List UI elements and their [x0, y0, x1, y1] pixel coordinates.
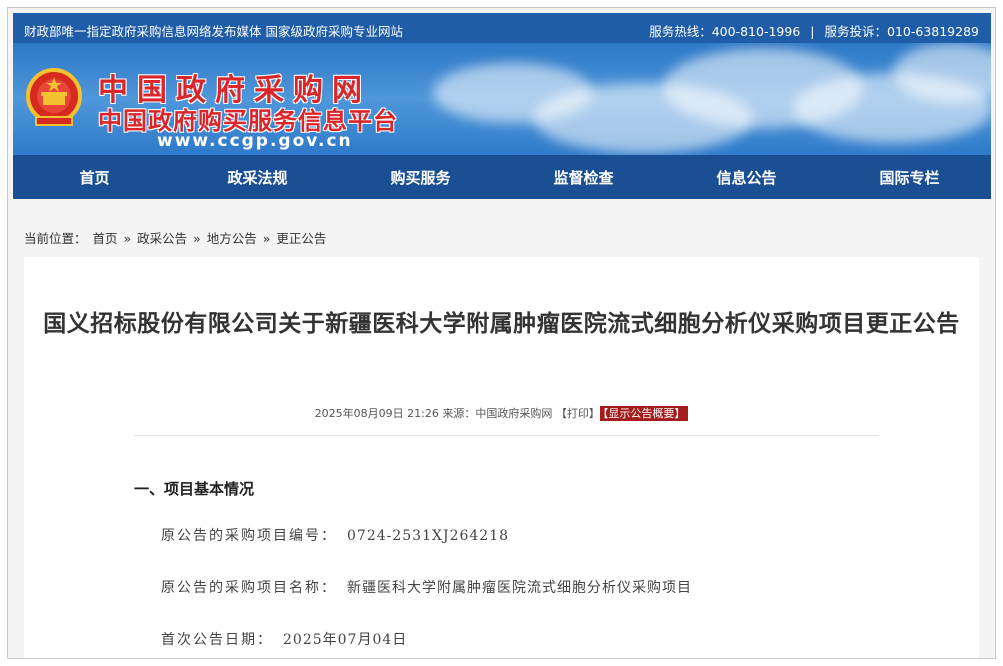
field-value: 新疆医科大学附属肿瘤医院流式细胞分析仪采购项目 [347, 580, 692, 596]
field-label: 首次公告日期： [161, 632, 273, 648]
site-banner: 中国政府采购网 中国政府购买服务信息平台 www.ccgp.gov.cn [13, 43, 991, 155]
publish-date: 2025年08月09日 21:26 [314, 407, 439, 420]
divider [134, 435, 879, 436]
breadcrumb-link-correction[interactable]: 更正公告 [276, 231, 326, 246]
site-logo-url: www.ccgp.gov.cn [157, 131, 353, 151]
field-value: 2025年07月04日 [283, 632, 408, 648]
section-heading: 一、项目基本情况 [134, 480, 255, 498]
source-label: 来源： [442, 407, 476, 420]
nav-item-home[interactable]: 首页 [15, 167, 175, 188]
main-nav: 首页 政采法规 购买服务 监督检查 信息公告 国际专栏 [13, 155, 991, 199]
field-value: 0724-2531XJ264218 [347, 528, 510, 544]
browser-frame: 财政部唯一指定政府采购信息网络发布媒体 国家级政府采购专业网站 服务热线：400… [7, 7, 996, 659]
field-label: 原公告的采购项目名称： [161, 580, 337, 596]
nav-item-announcements[interactable]: 信息公告 [667, 167, 827, 188]
article-meta: 2025年08月09日 21:26 来源：中国政府采购网 【打印】 【显示公告概要… [24, 405, 979, 421]
breadcrumb-link-procurement[interactable]: 政采公告 [137, 231, 187, 246]
site-slogan: 财政部唯一指定政府采购信息网络发布媒体 国家级政府采购专业网站 [24, 24, 403, 39]
breadcrumb-separator: » [193, 231, 201, 246]
field-label: 原公告的采购项目编号： [161, 528, 337, 544]
nav-item-purchase-services[interactable]: 购买服务 [341, 167, 501, 188]
service-hotline: 服务热线：400-810-1996 [649, 24, 801, 39]
complaint-hotline: 服务投诉：010-63819289 [824, 24, 980, 39]
breadcrumb-separator: » [262, 231, 271, 246]
breadcrumb-link-local[interactable]: 地方公告 [207, 231, 257, 246]
contact-info: 服务热线：400-810-1996 | 服务投诉：010-63819289 [649, 21, 979, 40]
article-title: 国义招标股份有限公司关于新疆医科大学附属肿瘤医院流式细胞分析仪采购项目更正公告 [43, 311, 960, 337]
field-first-announcement-date: 首次公告日期： 2025年07月04日 [161, 629, 407, 649]
nav-item-international[interactable]: 国际专栏 [830, 167, 990, 188]
breadcrumb-link-home[interactable]: 首页 [93, 231, 118, 246]
field-project-number: 原公告的采购项目编号： 0724-2531XJ264218 [161, 525, 509, 545]
separator: | [810, 24, 815, 39]
article-card: 国义招标股份有限公司关于新疆医科大学附属肿瘤医院流式细胞分析仪采购项目更正公告 … [24, 257, 979, 658]
breadcrumb-prefix: 当前位置： [24, 231, 87, 246]
nav-item-regulations[interactable]: 政采法规 [178, 167, 338, 188]
national-emblem-icon[interactable] [26, 67, 82, 129]
top-info-bar: 财政部唯一指定政府采购信息网络发布媒体 国家级政府采购专业网站 服务热线：400… [13, 13, 991, 43]
source-name: 中国政府采购网 [475, 407, 553, 420]
show-summary-button[interactable]: 【显示公告概要】 [599, 406, 689, 421]
nav-item-supervision[interactable]: 监督检查 [504, 167, 664, 188]
breadcrumb: 当前位置： 首页 » 政采公告 » 地方公告 » 更正公告 [24, 228, 328, 247]
breadcrumb-separator: » [123, 231, 132, 246]
print-link[interactable]: 【打印】 [556, 407, 600, 420]
field-project-name: 原公告的采购项目名称： 新疆医科大学附属肿瘤医院流式细胞分析仪采购项目 [161, 577, 692, 597]
